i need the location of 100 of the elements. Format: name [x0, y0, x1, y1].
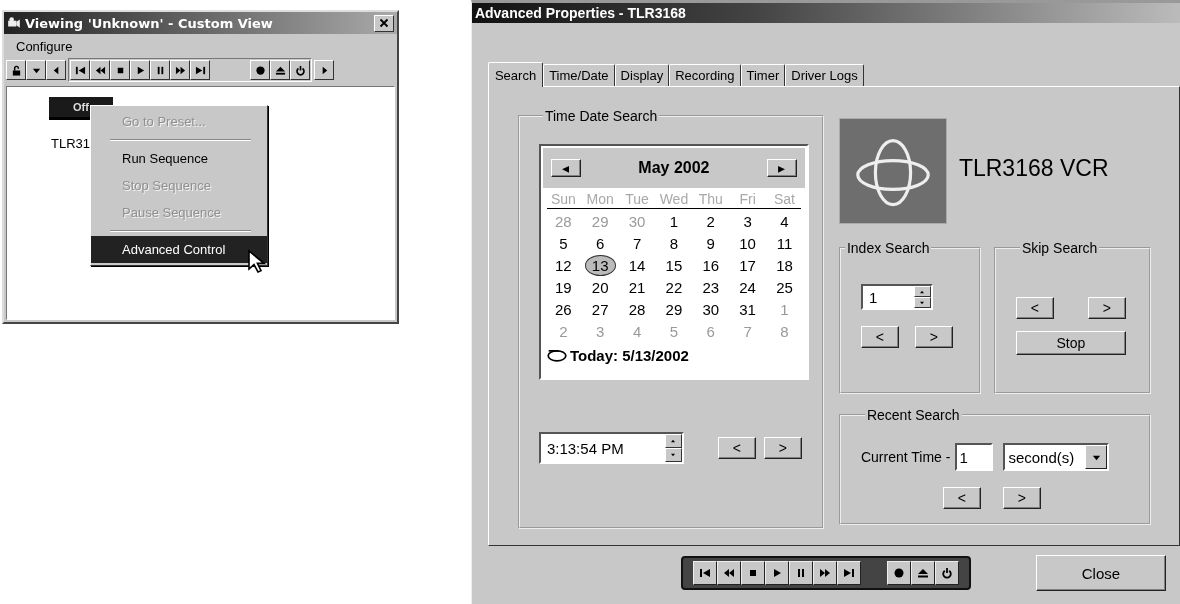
calendar-day[interactable]: 13	[584, 255, 616, 276]
power-icon	[940, 567, 953, 579]
time-spinner[interactable]: 3:13:54 PM	[538, 432, 684, 464]
padlock-button[interactable]	[6, 60, 26, 80]
rewind-icon	[722, 567, 735, 579]
calendar-day[interactable]: 30	[699, 299, 723, 321]
tab[interactable]: Time/Date	[543, 64, 615, 86]
spin-down-button[interactable]	[913, 297, 931, 308]
stop-button[interactable]: Stop	[1015, 331, 1126, 355]
eject-icon	[916, 567, 929, 579]
skip-to-start-button[interactable]	[692, 561, 717, 585]
calendar-day[interactable]: 28	[625, 299, 649, 321]
calendar-day[interactable]: 6	[593, 233, 608, 255]
rewind-icon	[94, 64, 106, 76]
tab[interactable]: Display	[614, 64, 670, 86]
calendar-day[interactable]: 18	[773, 255, 796, 277]
camera-icon	[7, 16, 21, 30]
next-button[interactable]: >	[763, 437, 802, 459]
calendar-day[interactable]: 19	[552, 277, 575, 299]
menu-item[interactable]: Advanced Control	[91, 236, 267, 263]
fast-forward-icon	[174, 64, 186, 76]
padlock-icon	[10, 64, 22, 76]
record-icon	[254, 64, 266, 76]
calendar-day[interactable]: 29	[662, 299, 686, 321]
power-button[interactable]	[934, 561, 959, 585]
calendar-day[interactable]: 26	[552, 299, 575, 321]
previous-button[interactable]: <	[1015, 297, 1054, 319]
calendar-day[interactable]: 17	[736, 255, 759, 277]
close-button[interactable]: Close	[1035, 555, 1166, 591]
rewind-button[interactable]	[716, 561, 741, 585]
fast-forward-button[interactable]	[812, 561, 837, 585]
weekday-label: Sat	[773, 191, 796, 207]
calendar-day[interactable]: 16	[699, 255, 723, 277]
calendar-day[interactable]: 7	[629, 233, 645, 255]
stop-button[interactable]	[740, 561, 765, 585]
caret-right-button[interactable]	[314, 60, 334, 80]
previous-month-button[interactable]: ◂	[550, 159, 581, 177]
calendar-day[interactable]: 27	[588, 299, 612, 321]
device-label: TLR31	[51, 136, 92, 151]
eject-button[interactable]	[910, 561, 935, 585]
calendar-day[interactable]: 22	[662, 277, 686, 299]
index-spinner[interactable]: 1	[860, 284, 933, 310]
calendar-day[interactable]: 15	[662, 255, 686, 277]
calendar-day[interactable]: 20	[588, 277, 612, 299]
close-button[interactable]	[373, 14, 394, 32]
device-name: TLR3168 VCR	[958, 154, 1109, 182]
month-title: May 2002	[638, 159, 710, 177]
caret-down-button[interactable]	[26, 60, 46, 80]
calendar-day[interactable]: 25	[773, 277, 796, 299]
eject-icon	[274, 64, 286, 76]
calendar-day[interactable]: 3	[740, 211, 755, 233]
calendar-day[interactable]: 2	[703, 211, 718, 233]
menu-item[interactable]: Configure	[16, 38, 73, 54]
tab[interactable]: Driver Logs	[785, 64, 864, 86]
next-button[interactable]: >	[914, 326, 953, 348]
previous-button[interactable]: <	[717, 437, 756, 459]
calendar-day[interactable]: 9	[703, 233, 718, 255]
play-button[interactable]	[764, 561, 789, 585]
calendar-day[interactable]: 1	[666, 211, 682, 233]
calendar-day[interactable]: 23	[699, 277, 723, 299]
calendar-day[interactable]: 8	[666, 233, 682, 255]
next-month-button[interactable]: ▸	[766, 159, 797, 177]
calendar-day[interactable]: 4	[777, 211, 792, 233]
fast-forward-icon	[818, 567, 831, 579]
calendar-day[interactable]: 24	[736, 277, 759, 299]
calendar-day[interactable]: 11	[773, 233, 796, 255]
record-button[interactable]	[886, 561, 911, 585]
weekday-label: Wed	[658, 191, 690, 207]
calendar-day[interactable]: 10	[736, 233, 759, 255]
input-field[interactable]: 1	[955, 443, 994, 471]
spin-up-button[interactable]	[664, 434, 682, 448]
calendar-day[interactable]: 31	[736, 299, 759, 321]
menu-item[interactable]: Run Sequence	[91, 145, 267, 172]
weekday-label: Mon	[585, 191, 615, 207]
calendar-day[interactable]: 12	[552, 255, 575, 277]
unit-dropdown[interactable]: second(s)	[1003, 443, 1110, 471]
next-button[interactable]: >	[1002, 487, 1041, 509]
window-title: Advanced Properties - TLR3168	[474, 5, 686, 21]
spin-down-button[interactable]	[664, 448, 682, 462]
tab[interactable]: Timer	[740, 64, 786, 86]
today-link[interactable]: Today: 5/13/2002	[569, 346, 689, 364]
caret-left-button[interactable]	[46, 60, 66, 80]
pause-button[interactable]	[788, 561, 813, 585]
field-label: Current Time -	[860, 449, 951, 465]
spin-up-button[interactable]	[913, 286, 931, 297]
tab[interactable]: Search	[487, 62, 544, 87]
calendar-day[interactable]: 14	[625, 255, 649, 277]
calendar-day[interactable]: 21	[625, 277, 649, 299]
skip-to-end-button[interactable]	[836, 561, 861, 585]
calendar-day[interactable]: 5	[556, 233, 571, 255]
weekday-label: Fri	[738, 191, 757, 207]
weekday-label: Thu	[697, 191, 724, 207]
group-title: Time Date Search	[543, 108, 659, 124]
next-button[interactable]: >	[1087, 297, 1126, 319]
weekday-label: Sun	[549, 191, 577, 207]
previous-button[interactable]: <	[942, 487, 981, 509]
skip-to-start-icon	[74, 64, 86, 76]
tab[interactable]: Recording	[669, 64, 741, 86]
previous-button[interactable]: <	[860, 326, 899, 348]
group-title: Index Search	[845, 240, 931, 256]
